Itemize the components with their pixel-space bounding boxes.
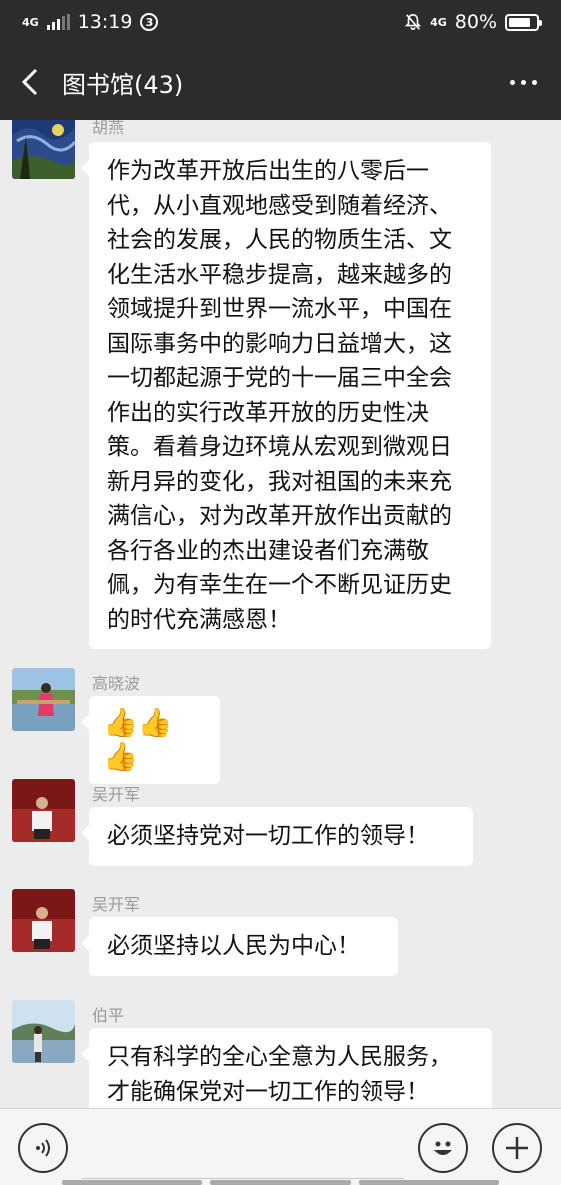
mute-bell-icon — [404, 13, 422, 30]
message-text: 社会的发展，人民的物质生活、文 — [107, 227, 452, 253]
message-text: 必须坚持党对一切工作的领导！ — [107, 823, 429, 849]
sender-name: 胡燕 — [92, 120, 125, 137]
message-text: 代，从小直观地感受到随着经济、 — [107, 192, 452, 219]
sender-name: 吴开军 — [92, 785, 141, 804]
message-text: 只有科学的全心全意为人民服务， — [107, 1044, 452, 1070]
voice-wave-icon — [36, 1139, 50, 1157]
message-text: 一切都起源于党的十一届三中全会 — [107, 365, 452, 391]
network-type-label-right: 4G — [430, 15, 447, 29]
status-time: 13:19 — [77, 11, 133, 33]
signal-strength-icon — [46, 14, 70, 30]
more-dot-icon — [521, 79, 526, 85]
message-text: 领域提升到世界一流水平，中国在 — [107, 296, 452, 322]
message-bubble[interactable]: 👍👍👍 — [81, 696, 220, 784]
message-text-input[interactable] — [82, 1121, 404, 1179]
message-text: 新月异的变化，我对祖国的未来充 — [107, 468, 452, 495]
avatar[interactable] — [12, 1000, 75, 1063]
message-bubble[interactable]: 作为改革开放后出生的八零后一 代，从小直观地感受到随着经济、 社会的发展，人民的… — [81, 142, 491, 649]
network-type-label: 4G — [22, 15, 39, 29]
chat-message-list[interactable]: 胡燕 作为改革开放后出生的八零后一 代，从小直观地感受到随着经济、 社会的发展，… — [0, 120, 561, 1108]
thumbs-up-icon: 👍👍👍 — [103, 706, 173, 773]
notification-count-badge: 3 — [140, 13, 159, 31]
message-text: 各行各业的杰出建设者们充满敬 — [107, 537, 429, 564]
avatar[interactable] — [12, 889, 75, 952]
back-button[interactable] — [0, 44, 60, 120]
plus-icon — [506, 1137, 528, 1159]
sender-name: 吴开军 — [92, 895, 141, 914]
message-text: 才能确保党对一切工作的领导！ — [107, 1078, 429, 1105]
battery-icon — [505, 13, 542, 31]
bottom-nav-indicator — [0, 1180, 561, 1185]
message-text: 的时代充满感恩！ — [107, 606, 291, 633]
message-text: 化生活水平稳步提高，越来越多的 — [107, 261, 452, 288]
message-text: 作出的实行改革开放的历史性决 — [107, 399, 429, 426]
more-functions-button[interactable] — [492, 1123, 542, 1173]
sender-name: 高晓波 — [92, 674, 141, 693]
voice-input-button[interactable] — [18, 1123, 68, 1173]
message-bubble[interactable]: 只有科学的全心全意为人民服务， 才能确保党对一切工作的领导！ — [81, 1028, 492, 1108]
message-text: 作为改革开放后出生的八零后一 — [107, 158, 429, 184]
sender-name: 伯平 — [92, 1006, 125, 1025]
emoji-button[interactable] — [418, 1123, 468, 1173]
message-bubble[interactable]: 必须坚持党对一切工作的领导！ — [81, 807, 473, 866]
message-text: 必须坚持以人民为中心！ — [107, 933, 360, 959]
more-dot-icon — [532, 79, 537, 85]
message-text: 佩，为有幸生在一个不断见证历史 — [107, 572, 452, 598]
battery-percentage: 80% — [454, 11, 497, 33]
page-title: 图书馆(43) — [62, 70, 184, 99]
chevron-left-icon — [21, 68, 38, 96]
message-text: 策。看着身边环境从宏观到微观日 — [107, 434, 452, 460]
status-bar: 4G 13:19 3 4G 80% — [0, 0, 561, 44]
smiley-icon — [434, 1141, 452, 1155]
avatar[interactable] — [12, 668, 75, 731]
message-text: 满信心，对为改革开放作出贡献的 — [107, 503, 452, 529]
message-bubble[interactable]: 必须坚持以人民为中心！ — [81, 917, 398, 976]
avatar[interactable] — [12, 779, 75, 842]
more-options-button[interactable] — [510, 79, 537, 85]
chat-header: 图书馆(43) — [0, 44, 561, 120]
chat-input-bar — [0, 1108, 561, 1185]
more-dot-icon — [510, 79, 515, 85]
message-text: 国际事务中的影响力日益增大，这 — [107, 330, 452, 357]
avatar[interactable] — [12, 120, 75, 179]
